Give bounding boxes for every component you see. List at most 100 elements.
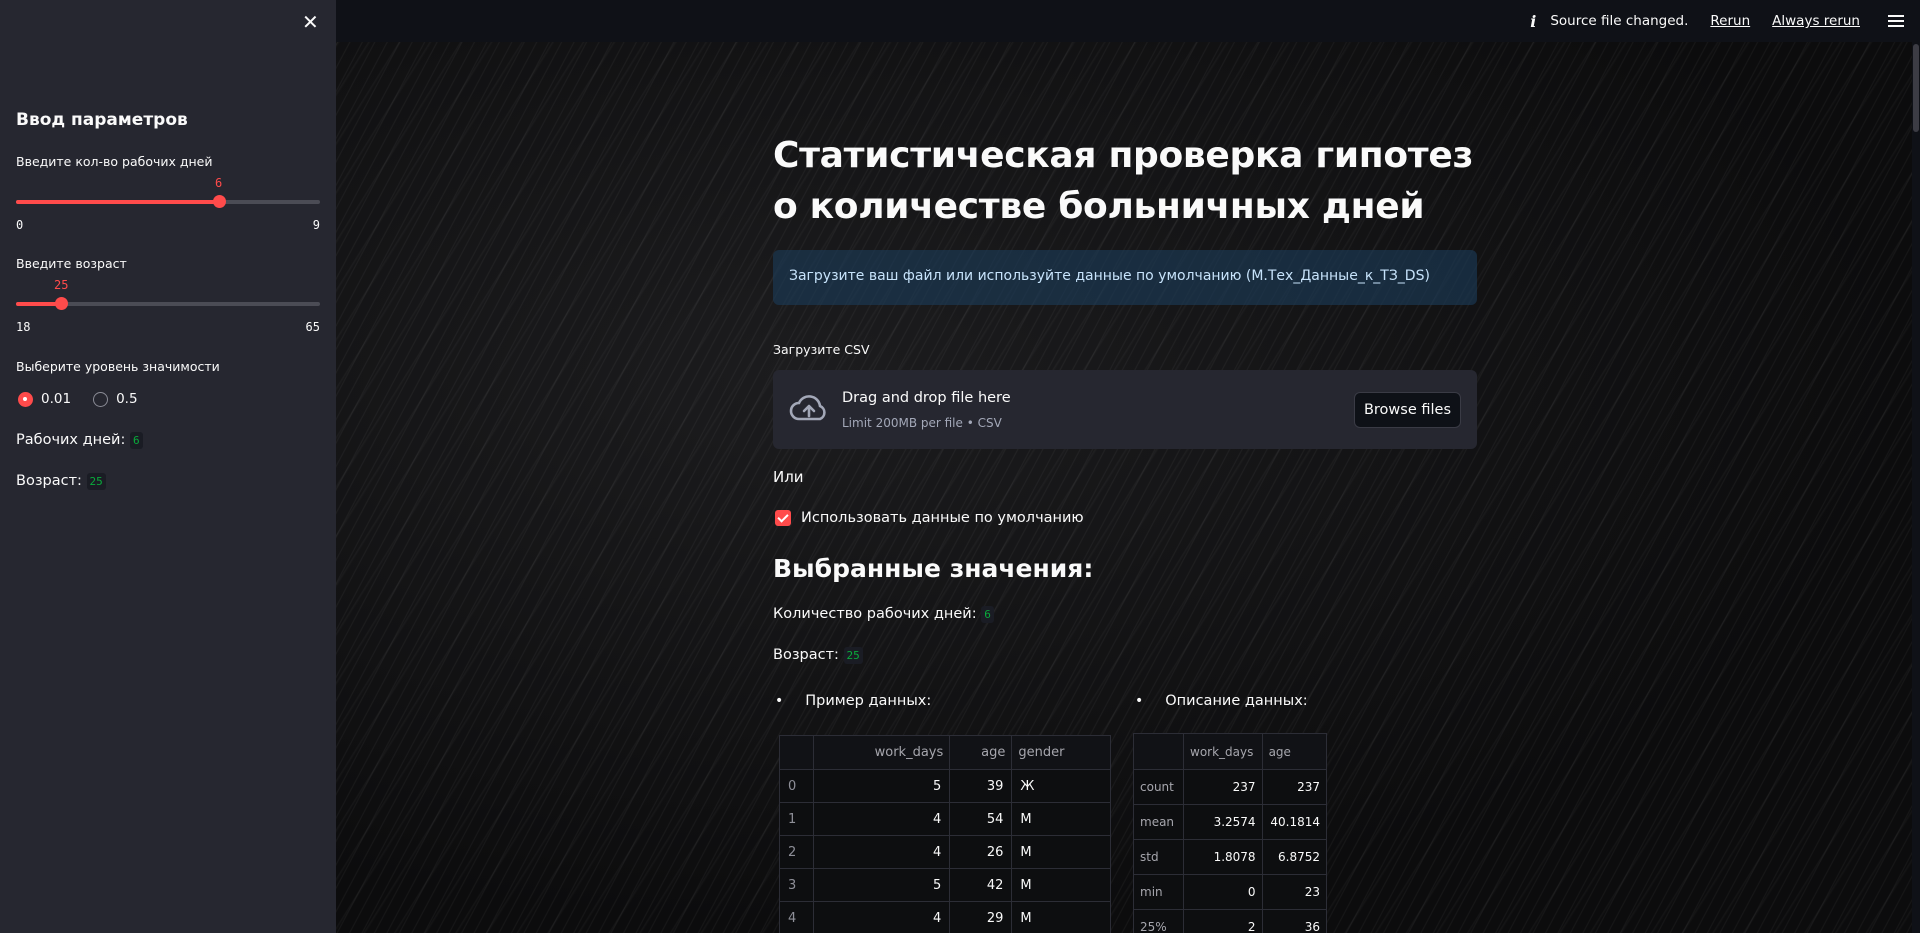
age-slider-max: 65 bbox=[305, 320, 320, 334]
table-cell[interactable]: 0 bbox=[779, 769, 814, 803]
cloud-upload-icon bbox=[789, 395, 826, 421]
table-row: count 237 237 bbox=[1133, 769, 1328, 805]
hamburger-menu-icon[interactable] bbox=[1888, 15, 1904, 27]
always-rerun-button[interactable]: Always rerun bbox=[1772, 13, 1860, 29]
table-header-row: work_days age gender bbox=[779, 735, 1111, 770]
table-cell[interactable]: 1 bbox=[779, 802, 814, 836]
age-slider[interactable]: 25 bbox=[16, 278, 320, 310]
table-cell[interactable]: std bbox=[1133, 839, 1184, 875]
info-alert: Загрузите ваш файл или используйте данны… bbox=[773, 250, 1477, 305]
table-header-cell[interactable]: gender bbox=[1011, 735, 1111, 770]
table-cell[interactable]: 54 bbox=[949, 802, 1013, 836]
table-header-cell[interactable]: work_days bbox=[812, 735, 951, 770]
describe-data-heading: Описание данных: bbox=[1135, 693, 1308, 709]
table-cell[interactable]: 23 bbox=[1261, 874, 1328, 910]
table-row: min 0 23 bbox=[1133, 874, 1328, 910]
sample-data-table[interactable]: work_days age gender 0 5 39 Ж 1 4 54 М 2 4 26 М 3… bbox=[779, 735, 1111, 933]
table-cell[interactable]: М bbox=[1011, 868, 1111, 902]
source-changed-status: Source file changed. bbox=[1550, 13, 1689, 29]
table-cell[interactable]: 4 bbox=[812, 802, 951, 836]
workdays-slider-range: 0 9 bbox=[16, 218, 320, 232]
sidebar-workdays-value: 6 bbox=[129, 431, 143, 449]
page-title-line-1: Статистическая проверка гипотез bbox=[773, 135, 1474, 176]
table-row: mean 3.2574 40.1814 bbox=[1133, 804, 1328, 840]
table-header-cell[interactable] bbox=[1133, 733, 1184, 770]
table-cell[interactable]: Ж bbox=[1011, 769, 1111, 803]
scrollbar[interactable] bbox=[1912, 42, 1920, 933]
table-cell[interactable]: 237 bbox=[1261, 769, 1328, 805]
table-cell[interactable]: 1.8078 bbox=[1183, 839, 1263, 875]
selected-workdays-value: 6 bbox=[981, 605, 994, 623]
workdays-slider-max: 9 bbox=[312, 218, 320, 232]
table-header-cell[interactable]: work_days bbox=[1183, 733, 1263, 770]
table-header-cell[interactable]: age bbox=[1261, 733, 1328, 770]
table-cell[interactable]: 0 bbox=[1183, 874, 1263, 910]
scrollbar-thumb[interactable] bbox=[1913, 44, 1919, 132]
table-cell[interactable]: 237 bbox=[1183, 769, 1263, 805]
file-dropzone[interactable]: Drag and drop file here Limit 200MB per … bbox=[773, 370, 1477, 449]
selected-age-text: Возраст: bbox=[773, 647, 839, 663]
workdays-slider-knob[interactable] bbox=[212, 195, 226, 208]
sidebar: ✕ Ввод параметров Введите кол-во рабочих… bbox=[0, 0, 336, 933]
dropzone-title: Drag and drop file here bbox=[842, 390, 1011, 406]
workdays-slider[interactable]: 6 bbox=[16, 176, 320, 208]
describe-data-table[interactable]: work_days age count 237 237 mean 3.2574 40.1… bbox=[1133, 733, 1328, 933]
checkbox-checked-icon[interactable] bbox=[775, 510, 791, 526]
table-cell[interactable]: 2 bbox=[779, 835, 814, 869]
radio-unselected-icon[interactable] bbox=[93, 391, 109, 407]
table-cell[interactable]: 42 bbox=[949, 868, 1013, 902]
age-slider-value: 25 bbox=[54, 278, 69, 292]
table-cell[interactable]: count bbox=[1133, 769, 1184, 805]
table-cell[interactable]: 40.1814 bbox=[1261, 804, 1328, 840]
table-cell[interactable]: 2 bbox=[1183, 909, 1263, 933]
age-slider-knob[interactable] bbox=[55, 297, 69, 310]
radio-option-0-5[interactable]: 0.5 bbox=[93, 391, 138, 407]
sidebar-workdays-text: Рабочих дней: bbox=[16, 432, 126, 448]
describe-data-heading-text: Описание данных: bbox=[1165, 693, 1308, 709]
table-cell[interactable]: min bbox=[1133, 874, 1184, 910]
browse-files-button[interactable]: Browse files bbox=[1354, 392, 1461, 428]
sidebar-age-value: 25 bbox=[86, 472, 106, 490]
table-cell[interactable]: М bbox=[1011, 901, 1111, 933]
close-icon[interactable]: ✕ bbox=[302, 12, 319, 32]
upload-label: Загрузите CSV bbox=[773, 342, 870, 357]
sample-data-heading-text: Пример данных: bbox=[805, 693, 932, 709]
sidebar-title: Ввод параметров bbox=[16, 110, 188, 130]
sample-data-heading: Пример данных: bbox=[775, 693, 931, 709]
table-cell[interactable]: М bbox=[1011, 802, 1111, 836]
table-cell[interactable]: 5 bbox=[812, 769, 951, 803]
radio-option-0-01[interactable]: 0.01 bbox=[18, 391, 71, 407]
table-header-cell[interactable]: age bbox=[949, 735, 1013, 770]
sidebar-workdays-summary: Рабочих дней: 6 bbox=[16, 431, 143, 449]
table-cell[interactable]: 39 bbox=[949, 769, 1013, 803]
table-cell[interactable]: 3.2574 bbox=[1183, 804, 1263, 840]
table-cell[interactable]: 36 bbox=[1261, 909, 1328, 933]
table-cell[interactable]: mean bbox=[1133, 804, 1184, 840]
selected-values-heading: Выбранные значения: bbox=[773, 554, 1094, 583]
table-cell[interactable]: 5 bbox=[812, 868, 951, 902]
default-data-checkbox[interactable]: Использовать данные по умолчанию bbox=[775, 510, 1084, 526]
selected-age-line: Возраст: 25 bbox=[773, 646, 863, 664]
table-cell[interactable]: М bbox=[1011, 835, 1111, 869]
table-cell[interactable]: 26 bbox=[949, 835, 1013, 869]
significance-radio-group: 0.01 0.5 bbox=[18, 391, 138, 407]
or-text: Или bbox=[773, 468, 804, 486]
radio-option-label: 0.5 bbox=[116, 391, 138, 407]
table-header-cell[interactable] bbox=[779, 735, 814, 770]
table-cell[interactable]: 6.8752 bbox=[1261, 839, 1328, 875]
age-slider-range: 18 65 bbox=[16, 320, 320, 334]
radio-selected-icon[interactable] bbox=[18, 391, 33, 407]
rerun-button[interactable]: Rerun bbox=[1710, 13, 1750, 29]
page-title: Статистическая проверка гипотез о количе… bbox=[773, 130, 1477, 232]
radio-option-label: 0.01 bbox=[41, 391, 72, 407]
table-cell[interactable]: 29 bbox=[949, 901, 1013, 933]
table-row: 4 4 29 М bbox=[779, 901, 1111, 933]
table-cell[interactable]: 4 bbox=[779, 901, 814, 933]
table-cell[interactable]: 3 bbox=[779, 868, 814, 902]
table-cell[interactable]: 25% bbox=[1133, 909, 1184, 933]
table-cell[interactable]: 4 bbox=[812, 835, 951, 869]
age-slider-min: 18 bbox=[16, 320, 31, 334]
workdays-slider-value: 6 bbox=[215, 176, 223, 190]
page-title-line-2: о количестве больничных дней bbox=[773, 186, 1425, 227]
table-cell[interactable]: 4 bbox=[812, 901, 951, 933]
